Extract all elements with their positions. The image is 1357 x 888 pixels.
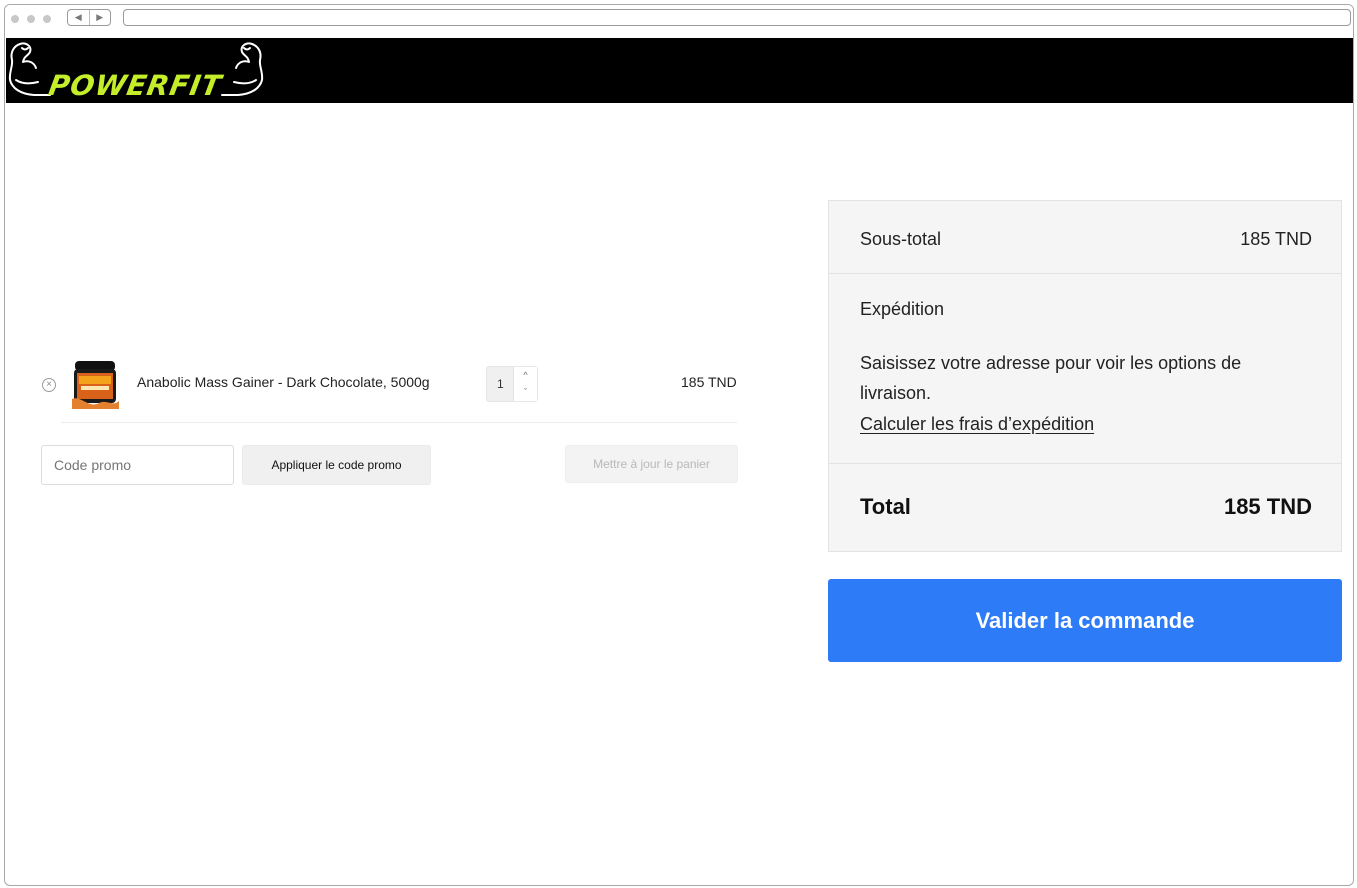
calculate-shipping-link[interactable]: Calculer les frais d’expédition <box>860 414 1094 435</box>
address-bar[interactable] <box>123 9 1351 26</box>
window-maximize-dot[interactable] <box>43 15 51 23</box>
site-logo[interactable]: POWERFIT <box>6 38 266 103</box>
shipping-message: Saisissez votre adresse pour voir les op… <box>860 353 1242 403</box>
subtotal-label: Sous-total <box>860 229 942 249</box>
row-divider <box>61 422 737 423</box>
browser-window: ◀ ▶ POWERFIT × Anabolic Mass Gainer - Da… <box>4 4 1354 886</box>
subtotal-row: Sous-total 185 TND <box>829 201 1341 274</box>
total-row: Total 185 TND <box>829 464 1341 552</box>
chevron-up-icon[interactable]: ^ <box>514 367 537 384</box>
site-header: POWERFIT <box>6 38 1353 103</box>
remove-item-icon[interactable]: × <box>42 378 56 392</box>
item-subtotal: 185 TND <box>681 374 737 390</box>
back-arrow-icon[interactable]: ◀ <box>68 10 89 25</box>
promo-code-input[interactable] <box>41 445 234 485</box>
logo-wordmark: POWERFIT <box>46 69 225 102</box>
apply-promo-button[interactable]: Appliquer le code promo <box>242 445 431 485</box>
window-close-dot[interactable] <box>11 15 19 23</box>
product-name-link[interactable]: Anabolic Mass Gainer - Dark Chocolate, 5… <box>137 374 430 390</box>
quantity-value[interactable]: 1 <box>497 377 504 391</box>
nav-buttons: ◀ ▶ <box>67 9 111 26</box>
quantity-spinner: ^ ˇ <box>513 367 537 401</box>
checkout-button[interactable]: Valider la commande <box>828 579 1342 662</box>
chevron-down-icon[interactable]: ˇ <box>514 384 537 401</box>
update-cart-button[interactable]: Mettre à jour le panier <box>565 445 738 483</box>
total-value: 185 TND <box>1223 494 1312 519</box>
total-label: Total <box>860 494 911 519</box>
quantity-stepper[interactable]: 1 ^ ˇ <box>486 366 538 402</box>
shipping-row: Expédition Saisissez votre adresse pour … <box>829 274 1341 464</box>
forward-arrow-icon[interactable]: ▶ <box>88 10 111 25</box>
window-minimize-dot[interactable] <box>27 15 35 23</box>
product-thumbnail[interactable] <box>69 359 121 411</box>
browser-toolbar: ◀ ▶ <box>5 5 1353 38</box>
shipping-label: Expédition <box>860 299 945 319</box>
cart-totals-panel: Sous-total 185 TND Expédition Saisissez … <box>828 200 1342 552</box>
subtotal-value: 185 TND <box>1240 229 1312 249</box>
